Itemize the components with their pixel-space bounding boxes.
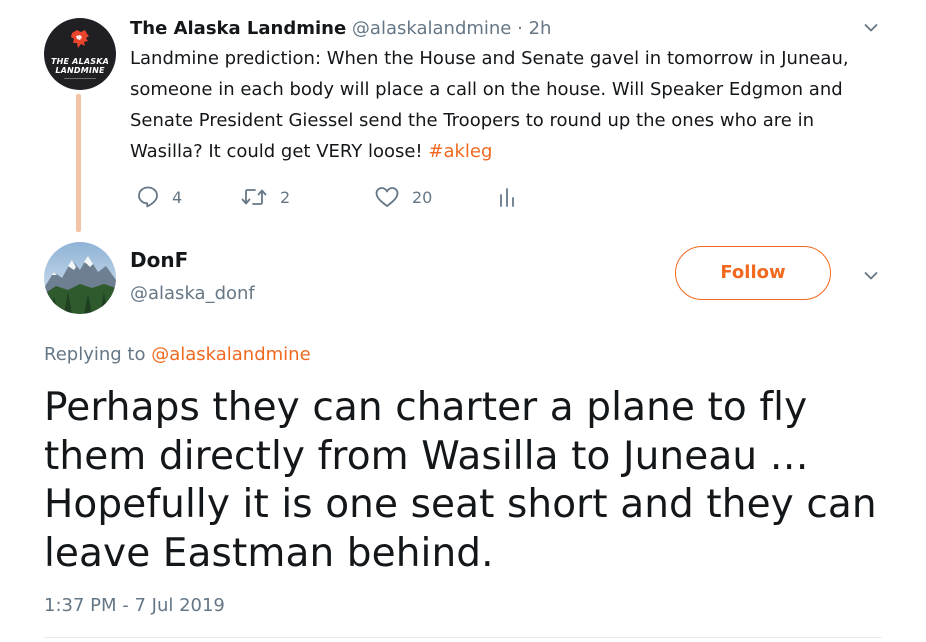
replying-to-line: Replying to @alaskalandmine (44, 343, 311, 367)
reply-button[interactable]: 4 (136, 182, 182, 212)
author-name[interactable]: DonF (130, 247, 188, 273)
follow-button[interactable]: Follow (675, 246, 831, 300)
author-handle[interactable]: @alaskalandmine (352, 18, 511, 39)
chevron-down-icon[interactable] (864, 23, 878, 33)
tweet-header: The Alaska Landmine @alaskalandmine · 2h (130, 17, 551, 41)
author-name[interactable]: The Alaska Landmine (130, 18, 346, 39)
mountain-landscape-icon (44, 242, 116, 314)
avatar-logo-text: THE ALASKA LANDMINE (50, 57, 110, 75)
hashtag-link[interactable]: #akleg (428, 141, 492, 162)
like-button[interactable]: 20 (374, 182, 432, 212)
analytics-icon (500, 188, 514, 207)
tweet-text: Perhaps they can charter a plane to fly … (44, 385, 877, 576)
chevron-down-icon[interactable] (864, 271, 878, 281)
tweet-text: Landmine prediction: When the House and … (130, 43, 890, 167)
retweet-count: 2 (280, 187, 291, 207)
avatar-logo-rule (64, 78, 96, 79)
tweet-time[interactable]: 2h (529, 18, 552, 39)
alaska-map-icon (71, 30, 89, 48)
avatar[interactable]: THE ALASKA LANDMINE (44, 18, 116, 90)
reply-icon (138, 186, 158, 208)
thread-line (76, 94, 81, 232)
retweet-icon (241, 189, 267, 205)
reply-count: 4 (172, 187, 183, 207)
parent-tweet[interactable]: THE ALASKA LANDMINE The Alaska Landmine @… (0, 0, 926, 232)
like-count: 20 (412, 187, 433, 207)
avatar[interactable] (44, 242, 116, 314)
like-icon (375, 187, 399, 207)
analytics-button[interactable] (498, 182, 516, 212)
retweet-button[interactable]: 2 (240, 182, 290, 212)
replying-to-link[interactable]: @alaskalandmine (151, 344, 310, 365)
tweet-timestamp[interactable]: 1:37 PM - 7 Jul 2019 (44, 594, 225, 618)
divider (44, 637, 882, 638)
header-separator: · (517, 18, 523, 39)
author-handle[interactable]: @alaska_donf (130, 282, 255, 306)
replying-prefix: Replying to (44, 344, 152, 365)
